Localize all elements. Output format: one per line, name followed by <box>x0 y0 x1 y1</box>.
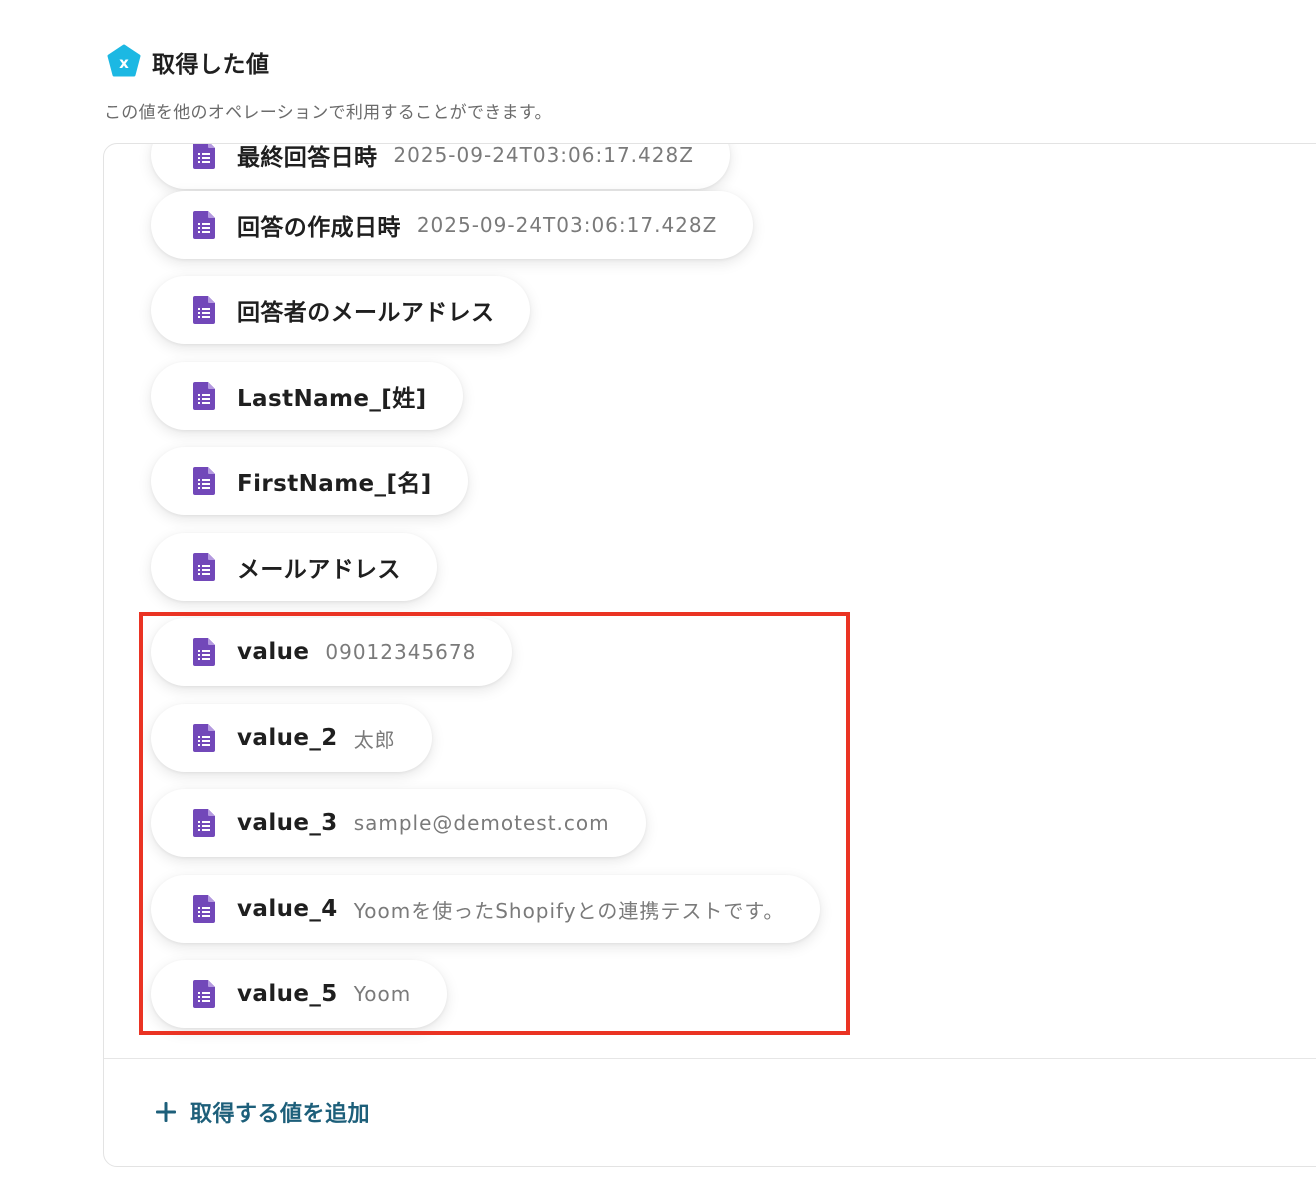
chip-label: 回答の作成日時 <box>237 215 401 241</box>
yoom-x-badge-icon: x <box>107 44 141 77</box>
chip-label: 最終回答日時 <box>237 145 378 171</box>
chip-value: 2025-09-24T03:06:17.428Z <box>416 213 718 237</box>
value-chip[interactable]: value_2 太郎 <box>151 704 432 772</box>
chip-label: FirstName_[名] <box>237 471 432 497</box>
chip-label: value_4 <box>237 896 338 922</box>
google-forms-document-icon <box>193 144 215 169</box>
value-chip[interactable]: メールアドレス <box>151 533 437 601</box>
section-title: 取得した値 <box>152 52 270 78</box>
chip-label: メールアドレス <box>237 557 401 583</box>
value-chip[interactable]: FirstName_[名] <box>151 447 468 515</box>
chip-label: LastName_[姓] <box>237 386 427 412</box>
panel-divider <box>104 1058 1316 1059</box>
chip-value: sample@demotest.com <box>353 811 610 835</box>
google-forms-document-icon <box>193 638 215 666</box>
value-chip[interactable]: value_5 Yoom <box>151 960 448 1028</box>
chip-label: 回答者のメールアドレス <box>237 300 495 326</box>
section-header: x 取得した値 <box>106 44 270 80</box>
google-forms-document-icon <box>193 211 215 239</box>
value-chip[interactable]: value_3 sample@demotest.com <box>151 789 646 857</box>
value-chip[interactable]: LastName_[姓] <box>151 362 463 430</box>
chip-label: value_5 <box>237 981 338 1007</box>
chip-value: 太郎 <box>353 727 396 752</box>
badge-letter: x <box>119 54 129 72</box>
value-chip[interactable]: value_4 Yoomを使ったShopifyとの連携テストです。 <box>151 875 821 943</box>
plus-icon <box>156 1102 176 1122</box>
chip-label: value <box>237 639 310 665</box>
chip-label: value_2 <box>237 725 338 751</box>
value-chip[interactable]: 最終回答日時 2025-09-24T03:06:17.428Z <box>151 144 730 189</box>
add-value-button[interactable]: 取得する値を追加 <box>154 1096 370 1128</box>
google-forms-document-icon <box>193 382 215 410</box>
google-forms-document-icon <box>193 296 215 324</box>
google-forms-document-icon <box>193 809 215 837</box>
value-chip[interactable]: 回答者のメールアドレス <box>151 276 531 344</box>
google-forms-document-icon <box>193 980 215 1008</box>
google-forms-document-icon <box>193 895 215 923</box>
value-chip[interactable]: value 09012345678 <box>151 618 513 686</box>
google-forms-document-icon <box>193 467 215 495</box>
chip-value: 09012345678 <box>325 640 477 664</box>
chip-value: Yoomを使ったShopifyとの連携テストです。 <box>353 898 785 923</box>
section-description: この値を他のオペレーションで利用することができます。 <box>104 103 552 123</box>
google-forms-document-icon <box>193 553 215 581</box>
value-chip[interactable]: 回答の作成日時 2025-09-24T03:06:17.428Z <box>151 191 754 259</box>
chip-value: Yoom <box>353 982 412 1006</box>
add-value-label: 取得する値を追加 <box>190 1102 371 1127</box>
chip-label: value_3 <box>237 810 338 836</box>
chip-value: 2025-09-24T03:06:17.428Z <box>393 144 694 167</box>
google-forms-document-icon <box>193 724 215 752</box>
values-list[interactable]: 最終回答日時 2025-09-24T03:06:17.428Z 回答の作成日時 … <box>104 144 1316 1058</box>
retrieved-values-panel: 最終回答日時 2025-09-24T03:06:17.428Z 回答の作成日時 … <box>103 143 1316 1167</box>
